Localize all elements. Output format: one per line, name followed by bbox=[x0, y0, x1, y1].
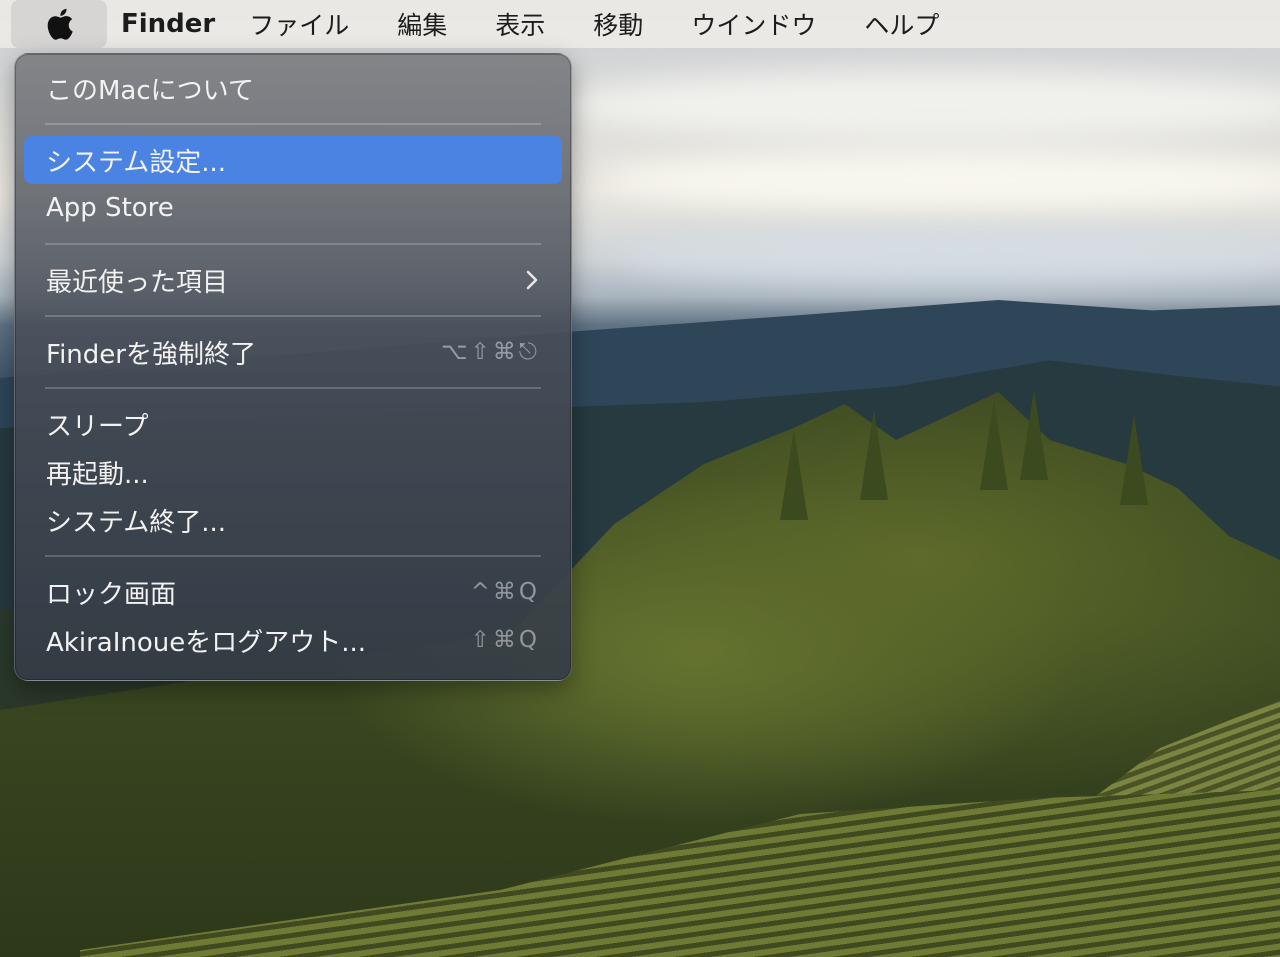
keyboard-shortcut: ^⌘Q bbox=[470, 579, 540, 605]
menu-item-label: 最近使った項目 bbox=[46, 267, 229, 298]
tree bbox=[980, 400, 1008, 490]
menu-item-label: Finderを強制終了 bbox=[46, 339, 256, 370]
tree bbox=[780, 430, 808, 520]
menu-item-label: ロック画面 bbox=[46, 579, 177, 610]
menu-item-label: このMacについて bbox=[46, 75, 254, 106]
menu-separator bbox=[45, 243, 541, 245]
cloud bbox=[600, 150, 1280, 210]
menu-item-force-quit[interactable]: Finderを強制終了 ⌥⇧⌘⎋ bbox=[24, 328, 562, 376]
apple-logo-icon bbox=[47, 8, 73, 40]
menu-item-app-store[interactable]: App Store bbox=[24, 184, 562, 232]
menu-edit[interactable]: 編集 bbox=[397, 6, 447, 42]
tree bbox=[1120, 415, 1148, 505]
menu-separator bbox=[45, 555, 541, 557]
menu-item-label: システム設定... bbox=[46, 147, 227, 178]
menu-file[interactable]: ファイル bbox=[249, 6, 349, 42]
menu-item-recent-items[interactable]: 最近使った項目 bbox=[24, 256, 562, 304]
menu-separator bbox=[45, 315, 541, 317]
menu-window[interactable]: ウインドウ bbox=[691, 6, 816, 42]
menu-item-label: スリープ bbox=[46, 411, 149, 442]
menu-item-restart[interactable]: 再起動... bbox=[24, 448, 562, 496]
menu-item-log-out[interactable]: AkiraInoueをログアウト... ⇧⌘Q bbox=[24, 616, 562, 664]
menu-bar: Finder ファイル 編集 表示 移動 ウインドウ ヘルプ bbox=[0, 0, 1280, 48]
menu-item-label: App Store bbox=[46, 193, 174, 223]
menu-item-sleep[interactable]: スリープ bbox=[24, 400, 562, 448]
apple-menu-button[interactable] bbox=[11, 0, 107, 48]
menu-item-system-settings[interactable]: システム設定... bbox=[24, 136, 562, 184]
menu-go[interactable]: 移動 bbox=[593, 6, 643, 42]
menu-item-shut-down[interactable]: システム終了... bbox=[24, 496, 562, 544]
menu-app-name[interactable]: Finder bbox=[121, 9, 215, 39]
cloud bbox=[560, 70, 1280, 140]
chevron-right-icon bbox=[524, 268, 540, 292]
tree bbox=[1020, 390, 1048, 480]
menu-item-label: AkiraInoueをログアウト... bbox=[46, 627, 367, 658]
menu-help[interactable]: ヘルプ bbox=[864, 6, 939, 42]
apple-menu-dropdown: このMacについて システム設定... App Store 最近使った項目 Fi… bbox=[14, 53, 572, 681]
menu-separator bbox=[45, 123, 541, 125]
tree bbox=[860, 410, 888, 500]
menu-item-label: システム終了... bbox=[46, 507, 227, 538]
keyboard-shortcut: ⇧⌘Q bbox=[470, 627, 540, 653]
cloud bbox=[620, 230, 1280, 285]
menu-separator bbox=[45, 387, 541, 389]
menu-item-about-this-mac[interactable]: このMacについて bbox=[24, 64, 562, 112]
menu-item-lock-screen[interactable]: ロック画面 ^⌘Q bbox=[24, 568, 562, 616]
menu-view[interactable]: 表示 bbox=[495, 6, 545, 42]
keyboard-shortcut: ⌥⇧⌘⎋ bbox=[441, 339, 540, 365]
menu-item-label: 再起動... bbox=[46, 459, 149, 490]
